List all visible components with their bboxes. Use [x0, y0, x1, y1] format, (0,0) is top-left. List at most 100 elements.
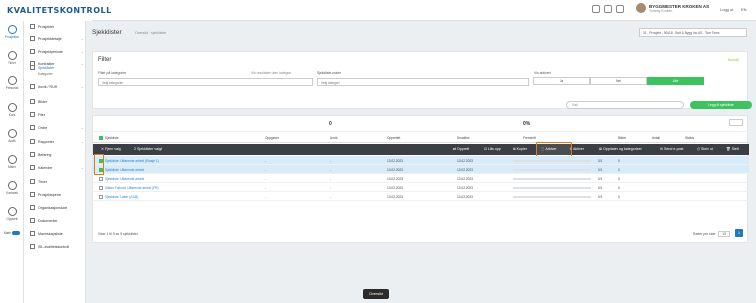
col-status[interactable]: Status — [685, 136, 694, 140]
col-sjekkliste[interactable]: Sjekkliste — [105, 136, 118, 140]
rail-item-timer[interactable]: Timer — [0, 51, 24, 65]
app-logo[interactable]: KVALITETSKONTROLL — [0, 0, 111, 21]
clock-icon — [7, 51, 17, 60]
row-checkbox[interactable] — [99, 176, 103, 182]
message-icon[interactable] — [604, 5, 612, 13]
add-checklist-button[interactable]: Legg til sjekkliste — [690, 101, 752, 109]
sidebar-item-sil[interactable]: SIL-kvalitetskontroll — [30, 244, 84, 249]
segment-no[interactable]: Nei — [590, 77, 647, 85]
breadcrumb[interactable]: Oversikt · sjekklister — [135, 31, 166, 35]
row-checkbox[interactable] — [99, 194, 103, 200]
sidebar-item-bilder[interactable]: Bilder — [30, 99, 84, 104]
rows-per-page-label: Rader per side: — [693, 232, 717, 236]
chevron-down-icon: ⌄ — [80, 36, 84, 41]
rail-item-maler[interactable]: Maler — [0, 155, 24, 169]
deselect-button[interactable]: ✕Fjern valg — [101, 147, 121, 151]
sidebar-item-befaring[interactable]: Befaring — [30, 152, 84, 157]
table-row[interactable]: Sjekkliste: Utførende arbeid (Etasje 1) … — [93, 156, 749, 165]
project-select[interactable]: 31 - Prosjekt - 90418 - Bolt & Bygg Inc … — [639, 28, 747, 37]
table-row[interactable]: Sikker Forhold: Utførende arbeid (FR) - … — [93, 183, 749, 192]
main-content: Sjekklister Oversikt · sjekklister 31 - … — [86, 21, 756, 303]
sidebar-item-prosjektdetalje[interactable]: Prosjektdetalje ⌄ — [30, 36, 84, 41]
template-select[interactable]: Velg kategori — [317, 78, 529, 86]
sidebar-item-kalender[interactable]: Kalender ⌄ — [30, 165, 84, 170]
sidebar-item-dokumenter[interactable]: Dokumenter — [30, 218, 84, 223]
rail-item-prosjekter[interactable]: Prosjekter — [0, 25, 24, 39]
row-name[interactable]: Sjekkliste: Utførende arbeid — [105, 168, 144, 172]
row-name[interactable]: Sikker Forhold: Utførende arbeid (FR) — [105, 186, 159, 190]
column-menu-button[interactable] — [729, 119, 743, 126]
quality-icon — [30, 244, 35, 249]
send-email-button[interactable]: ✉Send e-post — [660, 147, 683, 151]
col-fremdrift[interactable]: Fremdrift — [523, 136, 536, 140]
archived-segment: Ja Nei Alle — [533, 77, 704, 85]
rail-item-avvik[interactable]: Avvik — [0, 129, 24, 143]
segment-yes[interactable]: Ja — [533, 77, 590, 85]
col-oppgaver[interactable]: Oppgaver — [265, 136, 279, 140]
activate-label: Aktiver — [573, 147, 584, 151]
delete-button[interactable]: 🗑Slett — [726, 147, 739, 151]
col-deadline[interactable]: Deadline — [457, 136, 470, 140]
language-switch[interactable]: EN — [741, 7, 747, 12]
select-all-checkbox[interactable] — [99, 136, 103, 141]
segment-all[interactable]: Alle — [647, 77, 704, 85]
rail-item-oppsett[interactable]: Oppsett — [0, 207, 24, 221]
reset-filter-link[interactable]: Nullstill — [728, 58, 739, 62]
search-input[interactable]: Søk — [566, 101, 684, 109]
sidebar-subitem-kategorier[interactable]: Kategorier — [38, 72, 53, 76]
gear-icon — [7, 207, 17, 216]
table-row[interactable]: Sjekkliste: Utførende arbeid - - 13.02.2… — [93, 165, 749, 174]
col-bilder[interactable]: Bilder — [618, 136, 626, 140]
sidebar-item-label: SIL-kvalitetskontroll — [38, 244, 70, 249]
bell-icon[interactable] — [616, 5, 624, 13]
unlock-button[interactable]: ⊡Lås opp — [484, 147, 501, 151]
row-tasks: - — [265, 158, 267, 163]
chevron-down-icon: ⌄ — [80, 49, 84, 54]
show-uncategorized-label[interactable]: Vis resultater uten kategori — [251, 71, 291, 75]
sidebar-item-rapporter[interactable]: Rapporter ⌄ — [30, 139, 84, 144]
row-name[interactable]: Sjekkliste: Utførende arbeid — [105, 177, 144, 181]
print-button[interactable]: ⎙Skriv ut — [697, 147, 713, 151]
sidebar-item-prosjekter[interactable]: Prosjekter — [30, 24, 84, 29]
delete-label: Slett — [731, 147, 739, 151]
col-avvik[interactable]: Avvik — [330, 136, 338, 140]
copy-button[interactable]: ⧉Kopier — [513, 147, 527, 151]
file-icon — [30, 112, 35, 117]
user-menu[interactable]: BYGGMESTER KROKEN AS Tommy Kroken — [636, 3, 709, 13]
rail-item-kartotek[interactable]: Kartotek — [0, 181, 24, 195]
sidebar-item-prosjektsperre[interactable]: Prosjektsperre — [30, 192, 84, 197]
col-antall[interactable]: Antall — [652, 136, 660, 140]
sidebar-item-organisasjonskart[interactable]: Organisasjonskart — [30, 205, 84, 210]
copy-icon: ⧉ — [513, 147, 516, 151]
rows-per-page-select[interactable]: 10 — [718, 231, 730, 237]
row-checkbox[interactable] — [99, 185, 103, 191]
selected-rows-highlight — [94, 154, 104, 175]
table-footer-info: Viser 1 til 5 av 5 sjekklister — [98, 232, 138, 236]
sidebar-item-sjekklister[interactable]: Sjekklister — [30, 65, 84, 70]
table-row[interactable]: Sjekkliste: Løker (A1/B) - - 13.02.2023 … — [93, 192, 749, 201]
category-select[interactable]: Velg kategorier — [98, 78, 313, 86]
page-button[interactable]: 1 — [735, 229, 743, 237]
table-row[interactable]: Sjekkliste: Utførende arbeid - - 13.02.2… — [93, 174, 749, 183]
row-name[interactable]: Sjekkliste: Løker (A1/B) — [105, 195, 138, 199]
row-name[interactable]: Sjekkliste: Utførende arbeid (Etasje 1) — [105, 159, 159, 163]
col-opprettet[interactable]: Opprettet — [387, 136, 400, 140]
rail-item-kurs[interactable]: Kurs — [0, 103, 24, 117]
sidebar-item-timer[interactable]: Timer — [30, 179, 84, 184]
sidebar-item-filer[interactable]: Filer — [30, 112, 84, 117]
theme-toggle[interactable]: Mørk — [0, 231, 24, 236]
sidebar-item-mannskapsliste[interactable]: Mannskapsliste — [30, 231, 84, 236]
rail-item-personal[interactable]: Personal — [0, 76, 24, 90]
archive-icon — [7, 181, 17, 190]
theme-toggle-label: Mørk — [3, 231, 12, 235]
sidebar-item-prosjektperiode[interactable]: Prosjektperiode ⌄ — [30, 49, 84, 54]
sidebar-item-avvik[interactable]: Avvik / RUH ⌄ — [30, 84, 84, 89]
sidebar-item-ordre[interactable]: Ordre ⌄ — [30, 125, 84, 130]
cart-icon[interactable] — [592, 5, 600, 13]
create-button[interactable]: ⇄Opprett — [453, 147, 469, 151]
update-categorize-button[interactable]: ⊠Oppdater og kategoriser — [599, 147, 642, 151]
toggle-switch[interactable] — [12, 231, 21, 236]
row-tasks: - — [265, 185, 267, 190]
logout-link[interactable]: Logg ut — [720, 7, 733, 12]
stat-percent: 0% — [523, 121, 531, 127]
